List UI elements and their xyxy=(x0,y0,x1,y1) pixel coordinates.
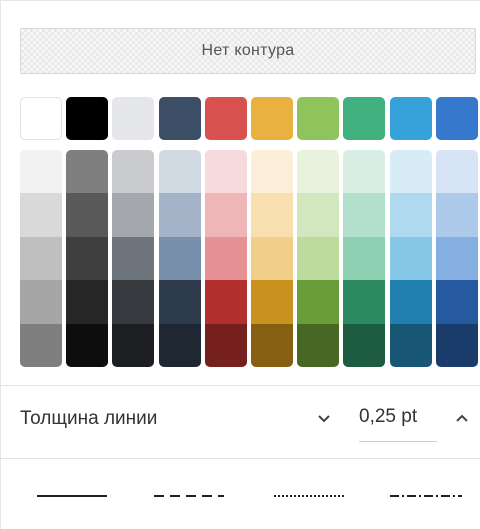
chevron-down-icon[interactable] xyxy=(317,412,331,426)
color-shade-light-blue-3[interactable] xyxy=(390,236,432,281)
color-shade-black-4[interactable] xyxy=(66,280,108,325)
chevron-up-icon[interactable] xyxy=(455,411,469,425)
color-shade-light-blue-5[interactable] xyxy=(390,323,432,367)
color-palette xyxy=(20,97,480,367)
line-style-dash-dot[interactable] xyxy=(390,485,462,505)
color-swatch-black[interactable] xyxy=(66,97,108,140)
line-style-dotted[interactable] xyxy=(274,485,346,505)
color-shade-light-gray-3[interactable] xyxy=(112,236,154,281)
palette-column-light-gray xyxy=(112,97,154,367)
color-shade-red-3[interactable] xyxy=(205,236,247,281)
color-shade-blue-4[interactable] xyxy=(436,280,478,325)
line-thickness-value: 0,25 pt xyxy=(359,406,418,427)
color-shade-blue-1[interactable] xyxy=(436,150,478,194)
color-shade-teal-5[interactable] xyxy=(343,323,385,367)
color-shade-blue-3[interactable] xyxy=(436,236,478,281)
palette-column-blue xyxy=(436,97,478,367)
outline-color-panel: Нет контура Толщина линии 0,25 pt xyxy=(0,0,480,529)
color-swatch-white[interactable] xyxy=(20,97,62,140)
color-shade-orange-4[interactable] xyxy=(251,280,293,325)
color-shade-orange-1[interactable] xyxy=(251,150,293,194)
color-shade-teal-2[interactable] xyxy=(343,193,385,238)
color-shade-teal-4[interactable] xyxy=(343,280,385,325)
line-thickness-input[interactable]: 0,25 pt xyxy=(359,406,437,442)
color-shade-dark-blue-1[interactable] xyxy=(159,150,201,194)
color-shade-white-3[interactable] xyxy=(20,236,62,281)
shade-group-green xyxy=(297,150,339,367)
color-shade-green-5[interactable] xyxy=(297,323,339,367)
color-swatch-teal[interactable] xyxy=(343,97,385,140)
shade-group-light-blue xyxy=(390,150,432,367)
divider xyxy=(1,385,480,386)
color-shade-blue-5[interactable] xyxy=(436,323,478,367)
shade-group-light-gray xyxy=(112,150,154,367)
color-shade-red-2[interactable] xyxy=(205,193,247,238)
color-shade-orange-2[interactable] xyxy=(251,193,293,238)
color-shade-red-1[interactable] xyxy=(205,150,247,194)
color-shade-dark-blue-2[interactable] xyxy=(159,193,201,238)
palette-column-light-blue xyxy=(390,97,432,367)
line-style-solid[interactable] xyxy=(37,485,107,505)
color-shade-black-3[interactable] xyxy=(66,236,108,281)
palette-column-teal xyxy=(343,97,385,367)
color-swatch-dark-blue[interactable] xyxy=(159,97,201,140)
color-shade-black-1[interactable] xyxy=(66,150,108,194)
shade-group-teal xyxy=(343,150,385,367)
color-shade-teal-1[interactable] xyxy=(343,150,385,194)
color-shade-dark-blue-5[interactable] xyxy=(159,323,201,367)
color-shade-black-5[interactable] xyxy=(66,323,108,367)
color-shade-green-2[interactable] xyxy=(297,193,339,238)
palette-column-orange xyxy=(251,97,293,367)
color-shade-teal-3[interactable] xyxy=(343,236,385,281)
color-swatch-orange[interactable] xyxy=(251,97,293,140)
color-shade-green-4[interactable] xyxy=(297,280,339,325)
color-shade-green-1[interactable] xyxy=(297,150,339,194)
color-shade-black-2[interactable] xyxy=(66,193,108,238)
shade-group-red xyxy=(205,150,247,367)
color-shade-orange-3[interactable] xyxy=(251,236,293,281)
color-shade-white-4[interactable] xyxy=(20,280,62,325)
shade-group-white xyxy=(20,150,62,367)
palette-column-white xyxy=(20,97,62,367)
color-shade-dark-blue-4[interactable] xyxy=(159,280,201,325)
line-style-dashed[interactable] xyxy=(154,485,224,505)
color-shade-red-4[interactable] xyxy=(205,280,247,325)
no-outline-button[interactable]: Нет контура xyxy=(20,28,476,74)
color-shade-red-5[interactable] xyxy=(205,323,247,367)
shade-group-blue xyxy=(436,150,478,367)
color-shade-light-gray-4[interactable] xyxy=(112,280,154,325)
palette-column-dark-blue xyxy=(159,97,201,367)
line-thickness-label: Толщина линии xyxy=(20,408,158,429)
divider xyxy=(1,458,480,459)
no-outline-label: Нет контура xyxy=(201,42,295,59)
shade-group-orange xyxy=(251,150,293,367)
color-swatch-green[interactable] xyxy=(297,97,339,140)
color-shade-light-gray-1[interactable] xyxy=(112,150,154,194)
shade-group-dark-blue xyxy=(159,150,201,367)
color-swatch-red[interactable] xyxy=(205,97,247,140)
shade-group-black xyxy=(66,150,108,367)
color-shade-light-gray-2[interactable] xyxy=(112,193,154,238)
color-shade-dark-blue-3[interactable] xyxy=(159,236,201,281)
palette-column-green xyxy=(297,97,339,367)
color-swatch-light-gray[interactable] xyxy=(112,97,154,140)
color-swatch-blue[interactable] xyxy=(436,97,478,140)
color-shade-orange-5[interactable] xyxy=(251,323,293,367)
color-shade-blue-2[interactable] xyxy=(436,193,478,238)
color-shade-green-3[interactable] xyxy=(297,236,339,281)
color-shade-light-blue-4[interactable] xyxy=(390,280,432,325)
color-shade-light-gray-5[interactable] xyxy=(112,323,154,367)
color-shade-white-5[interactable] xyxy=(20,323,62,367)
color-swatch-light-blue[interactable] xyxy=(390,97,432,140)
color-shade-light-blue-2[interactable] xyxy=(390,193,432,238)
color-shade-white-1[interactable] xyxy=(20,150,62,194)
color-shade-light-blue-1[interactable] xyxy=(390,150,432,194)
palette-column-black xyxy=(66,97,108,367)
color-shade-white-2[interactable] xyxy=(20,193,62,238)
palette-column-red xyxy=(205,97,247,367)
